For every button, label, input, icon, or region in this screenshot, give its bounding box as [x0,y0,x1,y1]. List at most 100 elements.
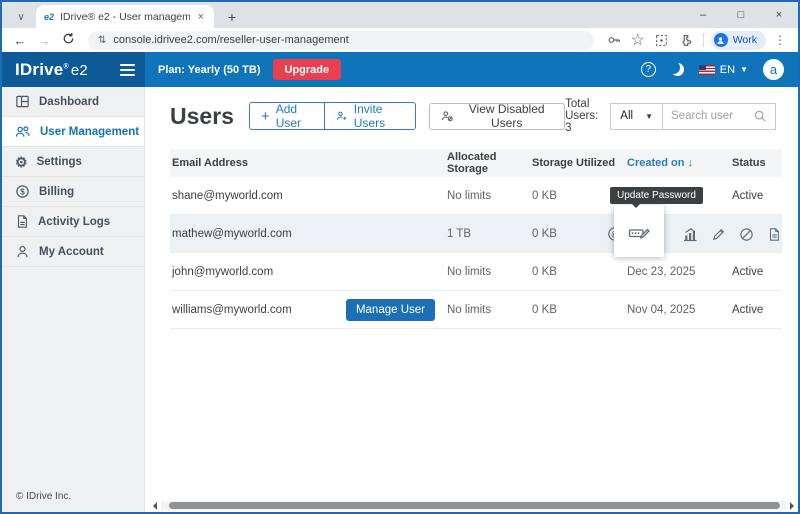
storage-usage-icon[interactable] [682,226,698,242]
forward-icon[interactable]: → [34,33,54,48]
tab-search-chevron-icon[interactable]: ∨ [8,6,34,28]
logo-panel: IDrive®e2 [2,52,145,87]
scroll-left-icon[interactable] [153,502,157,510]
add-user-button[interactable]: + Add User [250,103,324,129]
user-actions-button-group: + Add User Invite Users [249,102,416,130]
user-email: john@myworld.com [170,266,447,278]
created-on: Nov 04, 2025 [627,304,732,316]
column-header-created-on[interactable]: Created on ↓ [627,157,732,169]
user-filter-dropdown[interactable]: All ▼ [610,103,663,130]
activity-logs-icon [15,214,29,229]
update-password-tooltip: Update Password [610,187,703,204]
scrollbar-thumb[interactable] [169,502,780,509]
allocated-storage: No limits [447,266,532,278]
sidebar-item-billing[interactable]: $ Billing [2,177,144,207]
user-email-cell: williams@myworld.com Manage User [170,299,447,321]
column-header-allocated-storage: Allocated Storage [447,151,532,175]
us-flag-icon [699,65,715,75]
row-actions: @ [607,215,770,253]
tab-favicon: e2 [44,12,54,22]
browser-profile[interactable]: Work [711,31,766,50]
table-row[interactable]: john@myworld.com No limits 0 KB Dec 23, … [170,253,782,291]
storage-utilized: 0 KB [532,266,627,278]
allocated-storage: 1 TB [447,228,532,240]
sidebar-item-my-account[interactable]: My Account [2,237,144,267]
status-badge: Active [732,304,782,316]
manage-user-button[interactable]: Manage User [346,299,435,321]
search-input[interactable] [671,110,753,122]
language-label: EN [720,64,735,76]
edit-icon[interactable] [711,227,726,242]
upgrade-button[interactable]: Upgrade [273,59,342,80]
update-password-button[interactable] [614,205,664,257]
tab-close-icon[interactable]: × [196,11,206,23]
table-row[interactable]: mathew@myworld.com 1 TB 0 KB @ [170,215,782,253]
plus-icon: + [261,108,270,125]
allocated-storage: No limits [447,190,532,202]
column-header-storage-utilized: Storage Utilized [532,157,627,169]
screenshot-icon[interactable] [652,34,672,47]
search-box [662,103,776,130]
sidebar-item-dashboard[interactable]: Dashboard [2,87,144,117]
search-icon [753,109,767,123]
main-content: Users + Add User Invite Users View Disab… [145,87,798,512]
invite-user-icon [336,109,348,123]
account-avatar[interactable]: a [763,59,784,80]
table-row[interactable]: williams@myworld.com Manage User No limi… [170,291,782,329]
password-manager-icon[interactable] [604,33,624,47]
scroll-right-icon[interactable] [790,502,794,510]
users-icon [15,124,31,139]
sidebar-item-activity-logs[interactable]: Activity Logs [2,207,144,237]
user-email: shane@myworld.com [170,190,447,202]
back-icon[interactable]: ← [10,33,30,48]
tab-strip: ∨ e2 IDrive® e2 - User management × + – … [2,2,798,28]
sidebar: Dashboard User Management ⚙ Settings $ B… [2,87,145,512]
hamburger-menu-icon[interactable] [120,64,135,76]
extensions-icon[interactable] [676,33,696,47]
svg-text:$: $ [20,187,25,196]
profile-name: Work [733,34,757,46]
browser-toolbar: ← → ⇅ console.idrivee2.com/reseller-user… [2,28,798,52]
dashboard-icon [15,94,30,109]
update-password-icon [628,222,650,240]
disable-icon[interactable] [739,227,754,242]
users-table: Email Address Allocated Storage Storage … [170,149,782,329]
scrollbar-track[interactable] [161,501,786,510]
person-icon [15,244,30,259]
minimize-button[interactable]: – [684,2,722,28]
tab-title: IDrive® e2 - User management [60,11,190,23]
plan-label: Plan: Yearly (50 TB) [158,64,261,76]
status-badge: Active [732,266,782,278]
horizontal-scrollbar[interactable] [153,501,794,510]
logs-icon[interactable] [767,227,781,242]
sort-descending-icon: ↓ [688,157,694,169]
page-title: Users [170,103,234,130]
view-disabled-users-button[interactable]: View Disabled Users [429,103,565,130]
disabled-user-icon [441,109,454,123]
created-on: Dec 23, 2025 [627,266,732,278]
gear-icon: ⚙ [15,155,28,169]
sidebar-item-user-management[interactable]: User Management [2,117,144,147]
chevron-down-icon: ▼ [740,65,748,74]
language-selector[interactable]: EN ▼ [699,64,748,76]
browser-menu-icon[interactable]: ⋮ [770,33,790,47]
new-tab-button[interactable]: + [220,6,244,28]
maximize-button[interactable]: □ [722,2,760,28]
allocated-storage: No limits [447,304,532,316]
sidebar-item-settings[interactable]: ⚙ Settings [2,147,144,177]
close-button[interactable]: × [760,2,798,28]
help-icon[interactable]: ? [641,62,656,77]
site-info-icon[interactable]: ⇅ [98,35,106,46]
browser-tab[interactable]: e2 IDrive® e2 - User management × [36,5,214,28]
column-header-status: Status [732,157,782,169]
dark-mode-moon-icon[interactable] [671,63,684,76]
url-bar[interactable]: ⇅ console.idrivee2.com/reseller-user-man… [88,31,594,50]
reload-icon[interactable] [58,32,78,48]
profile-avatar [714,33,728,47]
bookmark-star-icon[interactable]: ☆ [628,30,648,50]
table-header-row: Email Address Allocated Storage Storage … [170,149,782,177]
user-email: mathew@myworld.com [170,228,447,240]
invite-users-button[interactable]: Invite Users [324,103,415,129]
status-badge: Active [732,190,782,202]
chevron-down-icon: ▼ [645,112,653,121]
